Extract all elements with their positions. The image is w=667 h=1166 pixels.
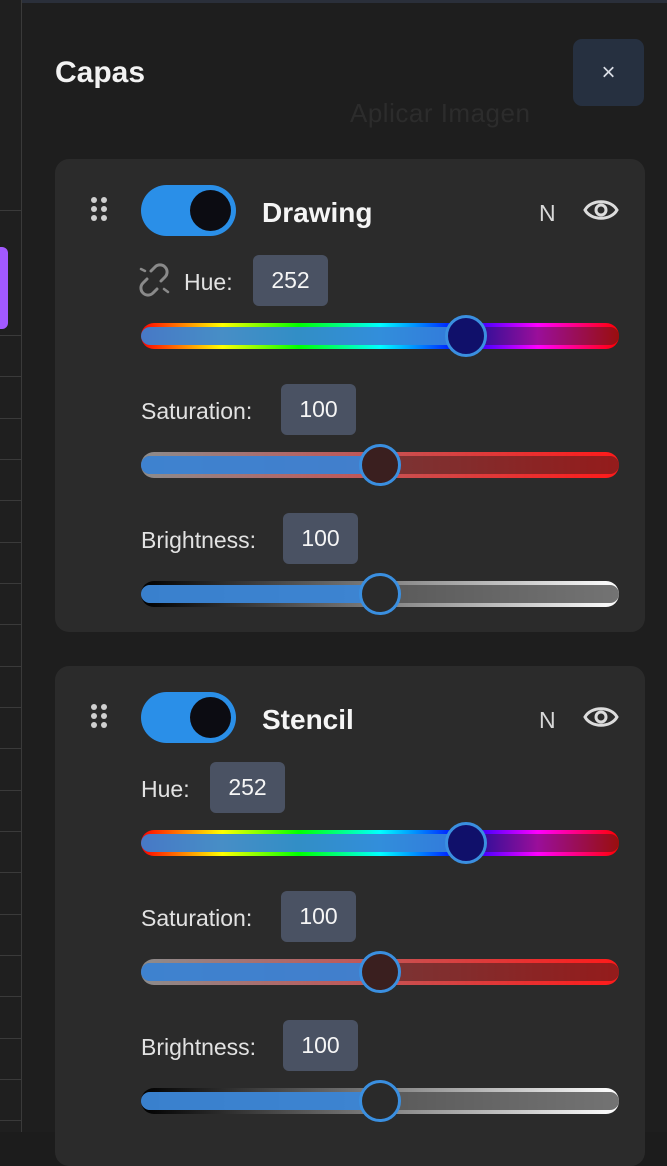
divider: [0, 335, 21, 336]
saturation-fill: [141, 963, 380, 981]
hue-fill: [141, 834, 467, 852]
layer-enable-toggle[interactable]: [141, 185, 236, 236]
hue-thumb[interactable]: [445, 822, 488, 864]
divider: [0, 624, 21, 625]
hue-fill: [141, 327, 467, 345]
hue-label: Hue:: [184, 269, 233, 295]
layer-name: Drawing: [262, 197, 373, 228]
unlink-icon[interactable]: [137, 263, 171, 297]
background-canvas-strip: [0, 0, 22, 1132]
brightness-label: Brightness:: [141, 1034, 257, 1060]
saturation-slider[interactable]: [141, 951, 619, 993]
layer-name: Stencil: [262, 704, 354, 735]
hue-label: Hue:: [141, 776, 190, 802]
close-icon: ×: [601, 58, 616, 86]
brightness-label: Brightness:: [141, 527, 257, 553]
toggle-knob: [190, 190, 231, 231]
divider: [0, 872, 21, 873]
drag-handle-icon[interactable]: [91, 704, 107, 734]
saturation-value-input[interactable]: 100: [281, 891, 356, 942]
divider: [0, 542, 21, 543]
divider: [0, 418, 21, 419]
divider: [0, 996, 21, 997]
divider: [0, 1038, 21, 1039]
divider: [0, 748, 21, 749]
divider: [0, 583, 21, 584]
divider: [0, 707, 21, 708]
divider: [0, 666, 21, 667]
divider: [0, 914, 21, 915]
divider: [0, 1120, 21, 1121]
saturation-thumb[interactable]: [359, 951, 401, 993]
brightness-value-input[interactable]: 100: [283, 513, 358, 564]
panel-title: Capas: [55, 56, 146, 89]
sidebar-accent: [0, 247, 8, 329]
eye-icon[interactable]: [583, 195, 619, 225]
hue-slider[interactable]: [141, 822, 619, 864]
brightness-fill: [141, 1092, 380, 1110]
brightness-slider[interactable]: [141, 1080, 619, 1122]
toggle-knob: [190, 697, 231, 738]
hue-value-input[interactable]: 252: [253, 255, 328, 306]
drag-handle-icon[interactable]: [91, 197, 107, 227]
divider: [0, 1079, 21, 1080]
saturation-value-input[interactable]: 100: [281, 384, 356, 435]
brightness-slider[interactable]: [141, 573, 619, 615]
blend-mode-button[interactable]: N: [539, 707, 556, 734]
eye-icon[interactable]: [583, 702, 619, 732]
saturation-label: Saturation:: [141, 905, 253, 931]
saturation-fill: [141, 456, 380, 474]
divider: [0, 376, 21, 377]
divider: [0, 831, 21, 832]
saturation-label: Saturation:: [141, 398, 253, 424]
hue-thumb[interactable]: [445, 315, 488, 357]
hue-slider[interactable]: [141, 315, 619, 357]
blend-mode-button[interactable]: N: [539, 200, 556, 227]
divider: [0, 955, 21, 956]
layer-card-stencil: Stencil N Hue: 252 Saturation: 100 Brigh…: [55, 666, 645, 1166]
layer-enable-toggle[interactable]: [141, 692, 236, 743]
divider: [0, 790, 21, 791]
brightness-thumb[interactable]: [359, 573, 401, 615]
close-button[interactable]: ×: [573, 39, 644, 106]
layer-card-drawing: Drawing N Hue: 252 Saturation: 100 Brigh…: [55, 159, 645, 632]
background-ghost-text: Aplicar Imagen: [350, 98, 531, 128]
brightness-thumb[interactable]: [359, 1080, 401, 1122]
divider: [0, 210, 21, 211]
divider: [0, 500, 21, 501]
saturation-thumb[interactable]: [359, 444, 401, 486]
brightness-value-input[interactable]: 100: [283, 1020, 358, 1071]
saturation-slider[interactable]: [141, 444, 619, 486]
brightness-fill: [141, 585, 380, 603]
hue-value-input[interactable]: 252: [210, 762, 285, 813]
divider: [0, 459, 21, 460]
